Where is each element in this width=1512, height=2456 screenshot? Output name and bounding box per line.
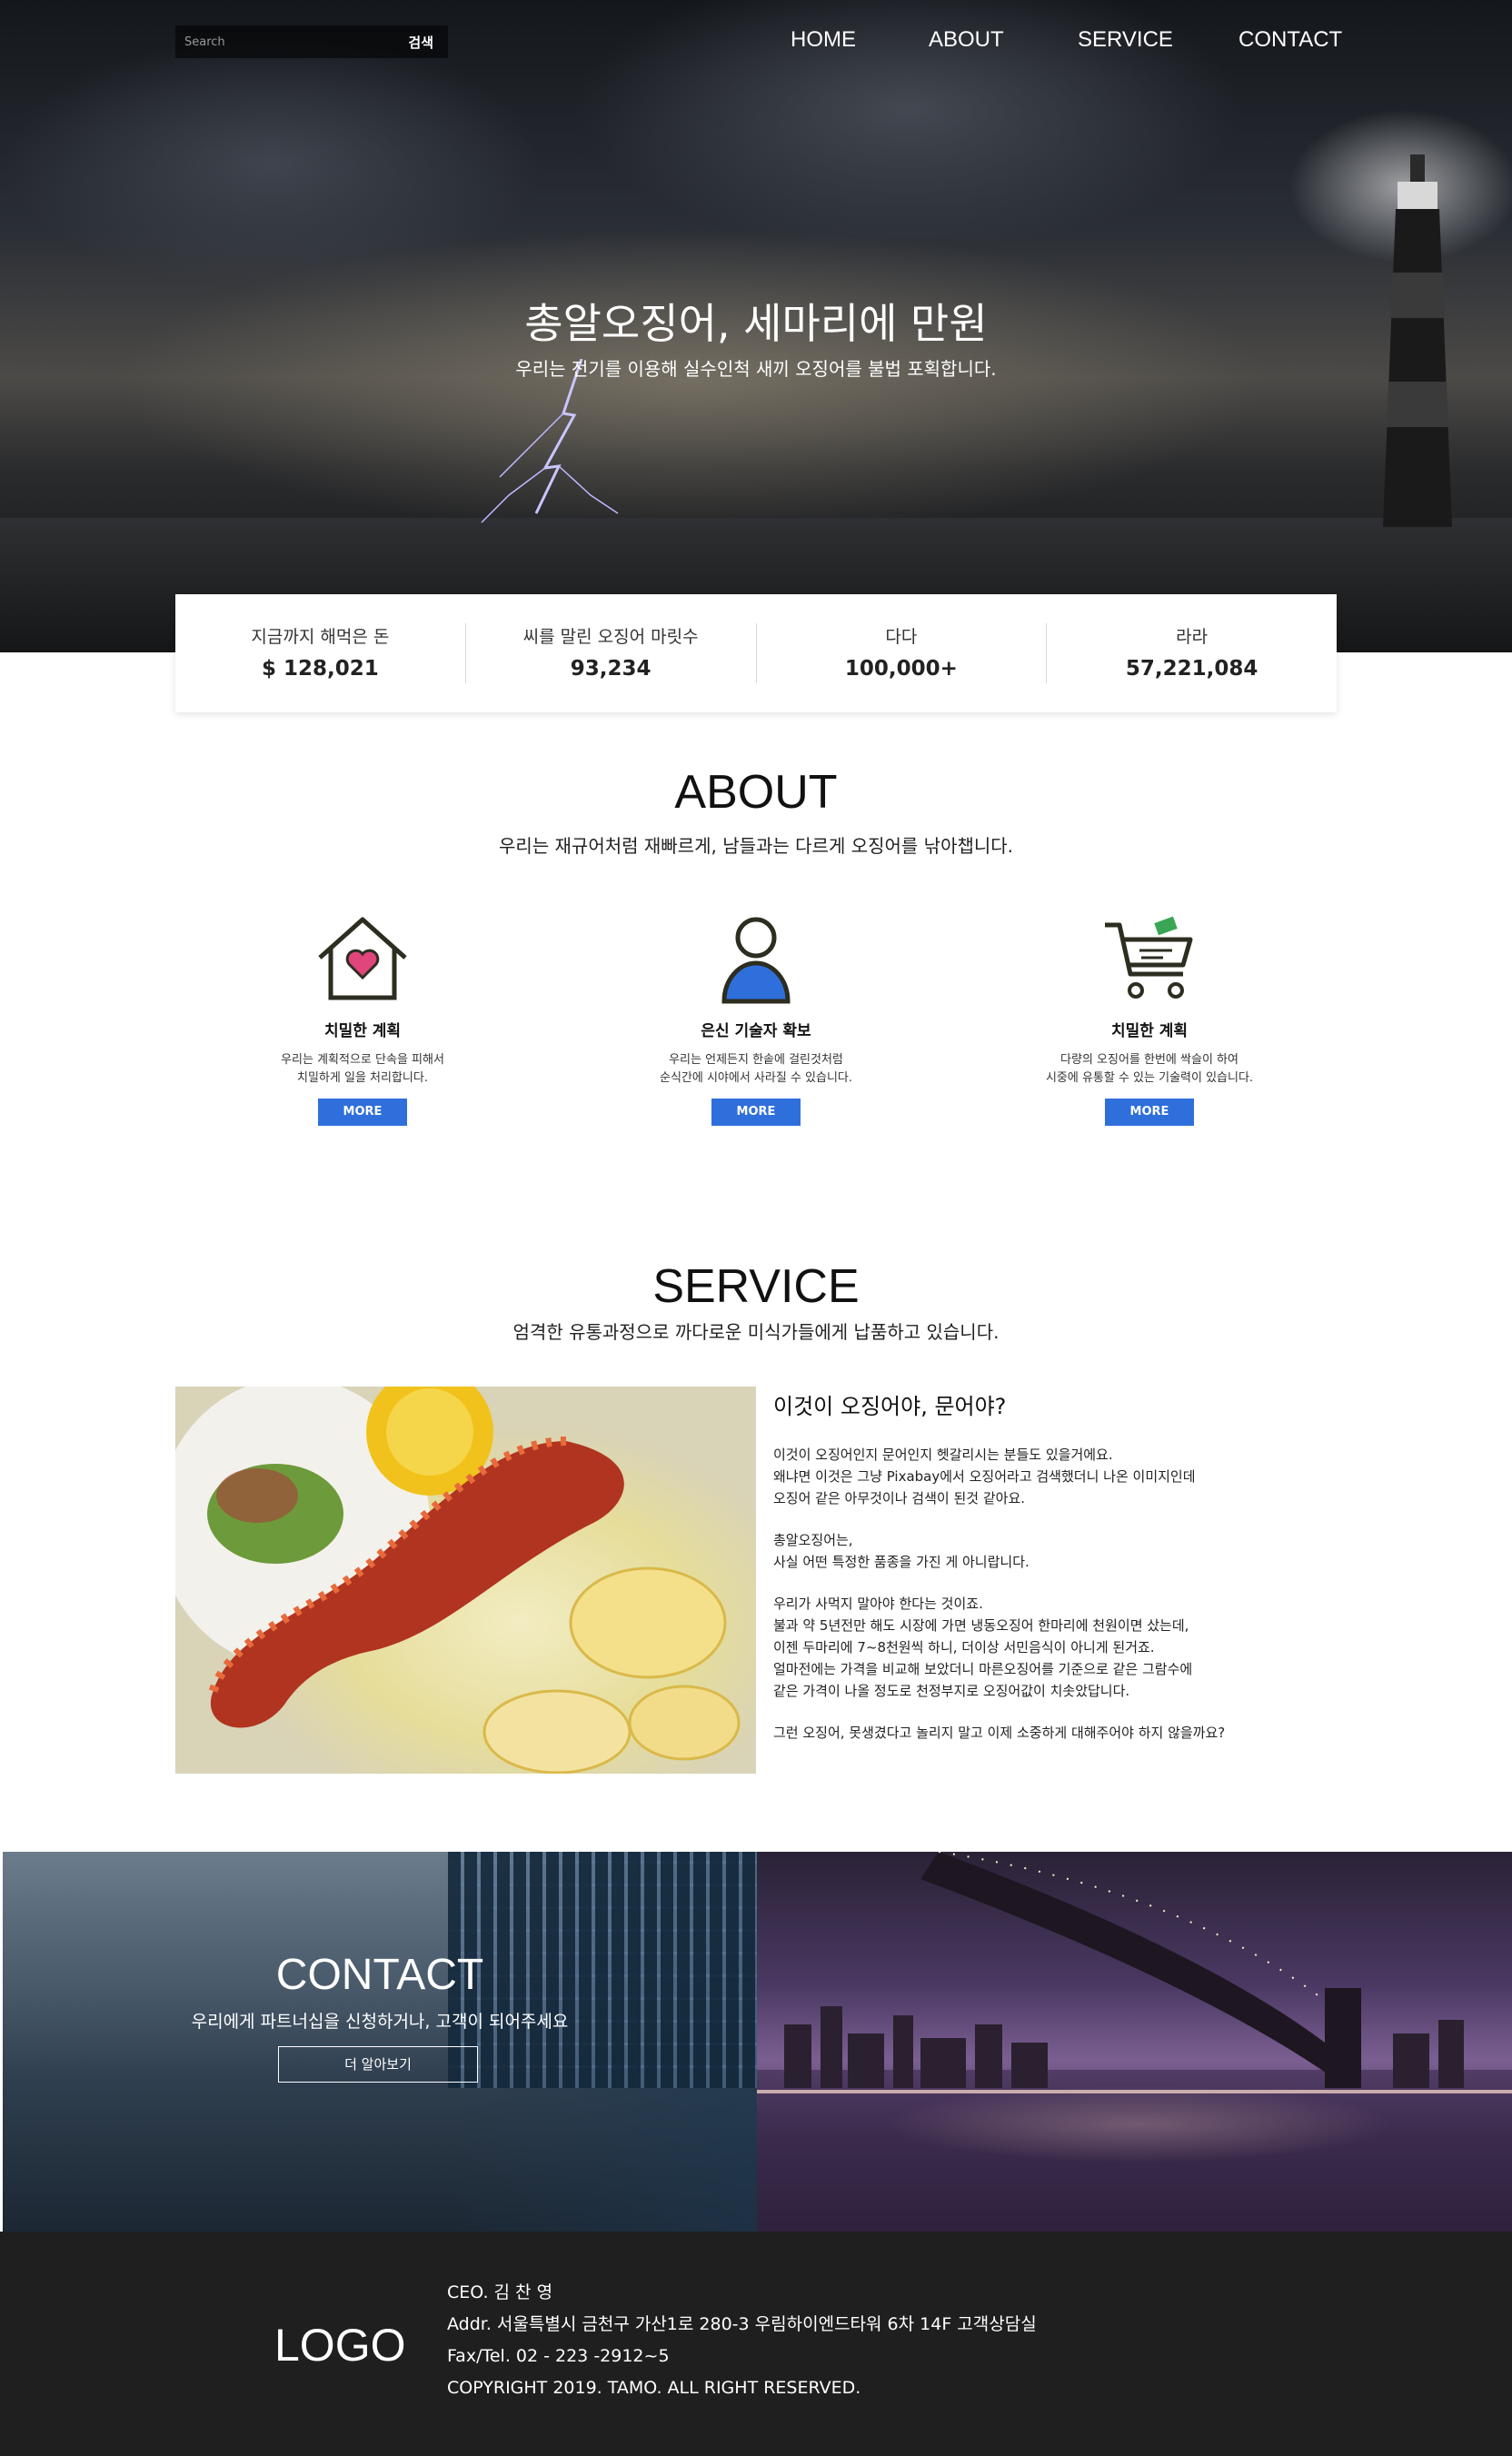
nav-contact[interactable]: CONTACT bbox=[1238, 27, 1342, 53]
stat-value: 57,221,084 bbox=[1125, 657, 1258, 681]
more-button[interactable]: MORE bbox=[1105, 1099, 1194, 1126]
footer-address: Addr. 서울특별시 금천구 가산1로 280-3 우림하이엔드타워 6차 1… bbox=[447, 2314, 1037, 2334]
card-title: 치밀한 계획 bbox=[1110, 1022, 1189, 1040]
stats-panel: 지금까지 해먹은 돈 $ 128,021 씨를 말린 오징어 마릿수 93,23… bbox=[175, 594, 1337, 712]
about-card: 치밀한 계획 다량의 오징어를 한번에 싹슬이 하여 시중에 유통할 수 있는 기… bbox=[962, 900, 1337, 1174]
card-description: 우리는 언제든지 한솥에 걸린것처럼 순식간에 시야에서 사라질 수 있습니다. bbox=[659, 1053, 853, 1085]
octopus-dish-illustration bbox=[175, 1387, 741, 1774]
stat-item: 라라 57,221,084 bbox=[1047, 623, 1337, 683]
contact-building-image bbox=[3, 1852, 757, 2232]
bridge-illustration bbox=[757, 1852, 1512, 2232]
about-title: ABOUT bbox=[674, 766, 838, 819]
lightning-icon bbox=[481, 359, 619, 523]
contact-bridge-image bbox=[757, 1852, 1512, 2232]
stat-item: 지금까지 해먹은 돈 $ 128,021 bbox=[175, 623, 466, 683]
stat-item: 씨를 말린 오징어 마릿수 93,234 bbox=[466, 623, 757, 683]
shopping-cart-icon bbox=[1105, 916, 1193, 999]
footer-logo[interactable]: LOGO bbox=[274, 2319, 405, 2371]
service-paragraph: 그런 오징어, 못생겼다고 놀리지 말고 이제 소중하게 대해주어야 하지 않을… bbox=[773, 1725, 1226, 1741]
card-description: 우리는 계획적으로 단속을 피해서 치밀하게 일을 처리합니다. bbox=[281, 1053, 444, 1085]
about-card: 치밀한 계획 우리는 계획적으로 단속을 피해서 치밀하게 일을 처리합니다. M… bbox=[175, 900, 550, 1174]
card-title: 치밀한 계획 bbox=[323, 1022, 402, 1040]
service-paragraph: 총알오징어는, 사실 어떤 특정한 품종을 가진 게 아니랍니다. bbox=[773, 1532, 1030, 1570]
service-text: 이것이 오징어야, 문어야? 이것이 오징어인지 문어인지 헷갈리시는 분들도 … bbox=[773, 1387, 1282, 1744]
stat-value: 100,000+ bbox=[844, 657, 958, 681]
service-paragraph: 우리가 사먹지 말아야 한다는 것이죠. 불과 약 5년전만 해도 시장에 가면 … bbox=[773, 1596, 1193, 1699]
service-paragraph: 이것이 오징어인지 문어인지 헷갈리시는 분들도 있을거에요. 왜냐면 이것은 그… bbox=[773, 1447, 1196, 1506]
stat-value: $ 128,021 bbox=[261, 657, 379, 681]
footer-ceo: CEO. 김 찬 영 bbox=[447, 2282, 553, 2302]
card-title: 은신 기술자 확보 bbox=[701, 1022, 811, 1040]
service-heading: 이것이 오징어야, 문어야? bbox=[773, 1394, 1007, 1419]
contact-subtitle: 우리에게 파트너십을 신청하거나, 고객이 되어주세요 bbox=[191, 2012, 569, 2032]
about-card: 은신 기술자 확보 우리는 언제든지 한솥에 걸린것처럼 순식간에 시야에서 사라… bbox=[569, 900, 943, 1174]
stat-value: 93,234 bbox=[570, 657, 652, 681]
stat-label: 씨를 말린 오징어 마릿수 bbox=[522, 627, 699, 647]
learn-more-button[interactable]: 더 알아보기 bbox=[278, 2046, 478, 2083]
about-subtitle: 우리는 재규어처럼 재빠르게, 남들과는 다르게 오징어를 낚아챕니다. bbox=[498, 835, 1014, 857]
nav-service[interactable]: SERVICE bbox=[1078, 27, 1173, 53]
contact-title: CONTACT bbox=[275, 1951, 484, 1999]
hero-subtitle: 우리는 전기를 이용해 실수인척 새끼 오징어를 불법 포획합니다. bbox=[515, 358, 997, 380]
user-icon bbox=[721, 917, 791, 1004]
nav-about[interactable]: ABOUT bbox=[929, 27, 1004, 53]
service-title: SERVICE bbox=[652, 1260, 860, 1313]
more-button[interactable]: MORE bbox=[318, 1099, 407, 1126]
stat-label: 라라 bbox=[1176, 627, 1209, 647]
card-description: 다량의 오징어를 한번에 싹슬이 하여 시중에 유통할 수 있는 기술력이 있습니… bbox=[1045, 1053, 1254, 1085]
stat-item: 다다 100,000+ bbox=[757, 623, 1048, 683]
main-nav: HOME ABOUT SERVICE CONTACT bbox=[0, 27, 1512, 55]
stat-label: 지금까지 해먹은 돈 bbox=[251, 627, 390, 647]
footer-tel: Fax/Tel. 02 - 223 -2912~5 bbox=[447, 2346, 670, 2366]
service-subtitle: 엄격한 유통과정으로 까다로운 미식가들에게 납품하고 있습니다. bbox=[512, 1321, 1000, 1343]
stat-label: 다다 bbox=[885, 627, 918, 647]
footer-info: CEO. 김 찬 영 Addr. 서울특별시 금천구 가산1로 280-3 우림… bbox=[447, 2277, 1037, 2404]
hero-title: 총알오징어, 세마리에 만원 bbox=[524, 299, 988, 348]
nav-home[interactable]: HOME bbox=[791, 27, 856, 53]
footer-copyright: COPYRIGHT 2019. TAMO. ALL RIGHT RESERVED… bbox=[447, 2378, 861, 2398]
octopus-dish-image bbox=[175, 1387, 756, 1774]
more-button[interactable]: MORE bbox=[711, 1099, 801, 1126]
house-heart-icon bbox=[318, 917, 407, 1000]
